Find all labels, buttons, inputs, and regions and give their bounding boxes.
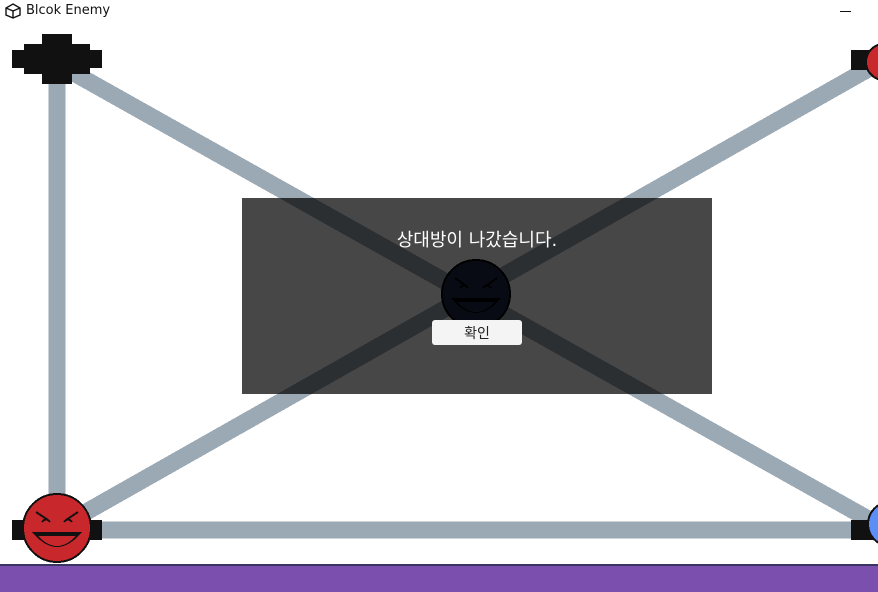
confirm-button[interactable]: 확인 [432,320,522,345]
unity-logo-icon [5,3,21,19]
window-title: Blcok Enemy [26,3,111,18]
bottom-bar [0,564,878,592]
title-bar: Blcok Enemy [0,0,878,22]
minimize-button[interactable] [832,1,858,21]
dialog-message: 상대방이 나갔습니다. [396,230,558,251]
red-player-character [22,493,92,563]
